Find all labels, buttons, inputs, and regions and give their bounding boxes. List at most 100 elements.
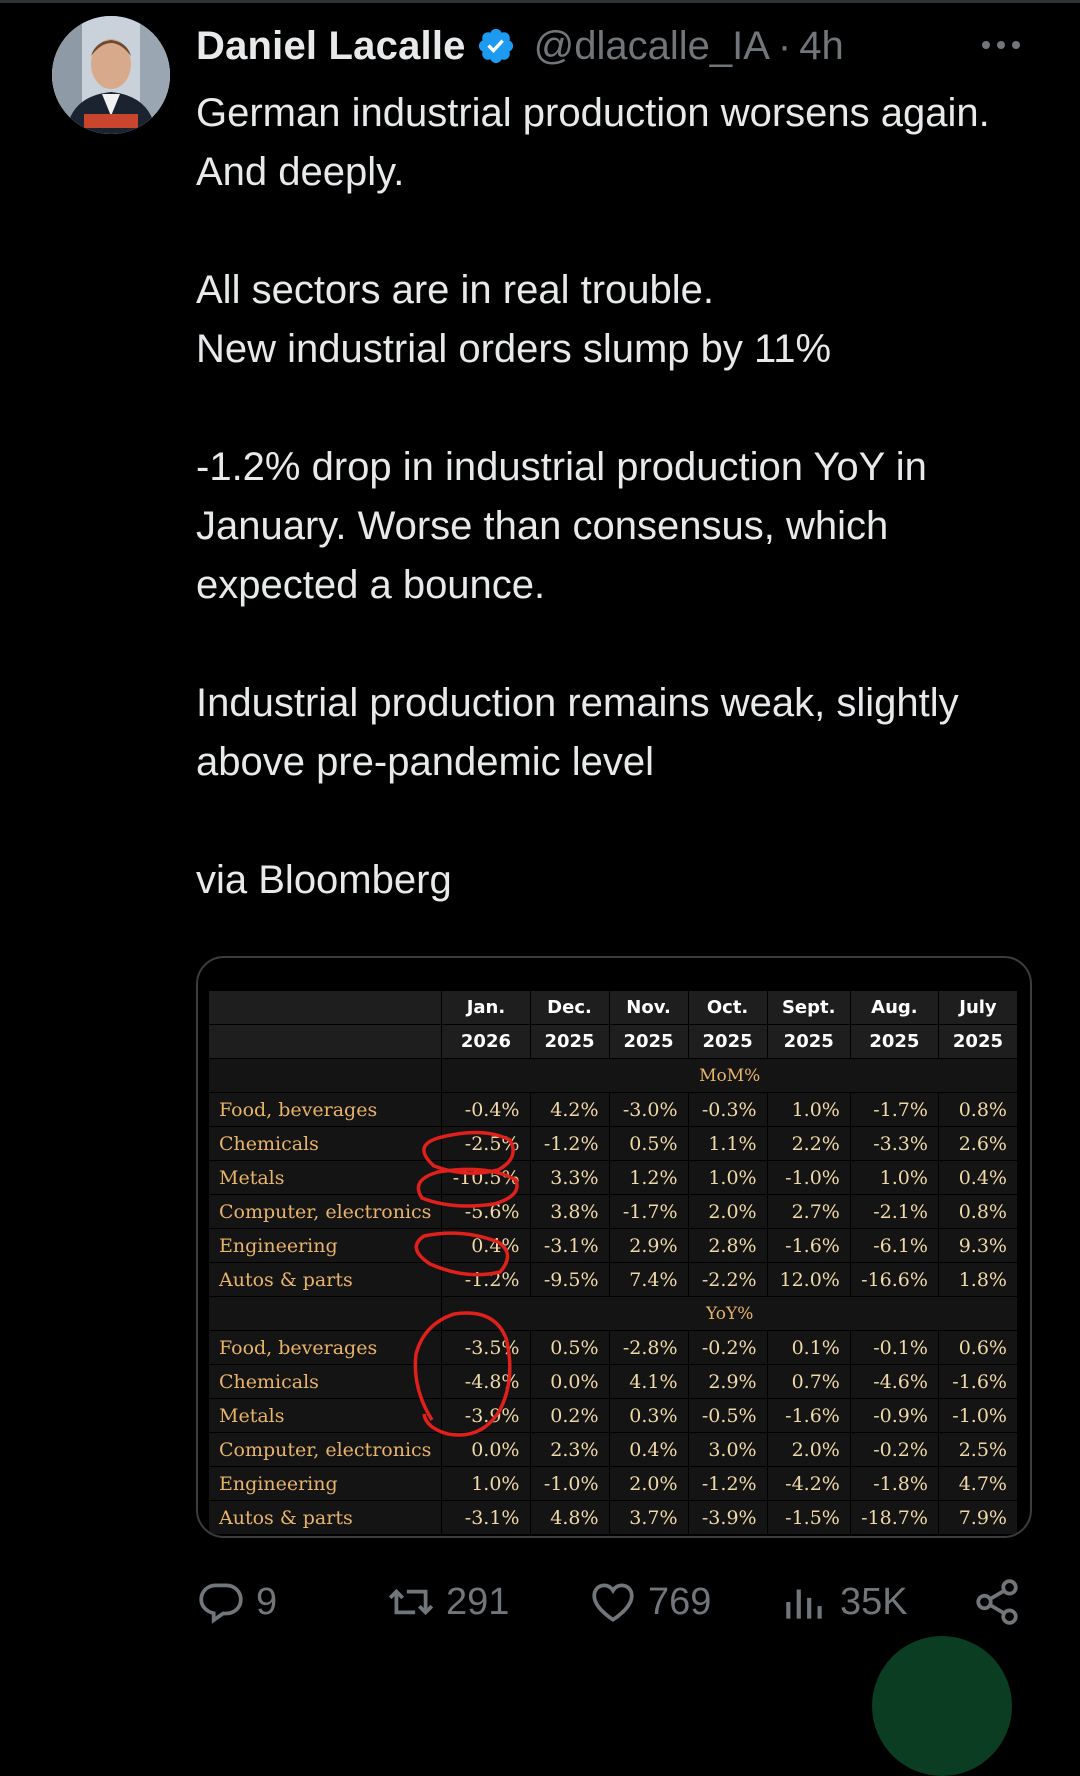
table-cell: 0.4%	[937, 1160, 1019, 1195]
repost-count: 291	[446, 1580, 510, 1623]
table-cell: 0.6%	[937, 1330, 1019, 1365]
table-cell: -1.2%	[687, 1466, 768, 1501]
header-row-months: Jan. Dec. Nov. Oct. Sept. Aug. July	[207, 990, 1019, 1025]
table-cell: 3.0%	[687, 1432, 768, 1467]
table-cell: 2.0%	[687, 1194, 768, 1229]
row-label: Chemicals	[207, 1364, 443, 1399]
table-cell: -1.0%	[766, 1160, 851, 1195]
table-cell: 3.8%	[529, 1194, 610, 1229]
share-icon	[976, 1579, 1018, 1625]
section-row: YoY%	[207, 1296, 1018, 1331]
table-cell: -4.8%	[441, 1364, 531, 1399]
table-cell: 0.0%	[529, 1364, 610, 1399]
table-cell: 2.0%	[608, 1466, 689, 1501]
table-cell: -1.2%	[529, 1126, 610, 1161]
table-row: Engineering 1.0% -1.0% 2.0% -1.2% -4.2% -1.8% 4…	[207, 1466, 1019, 1501]
column-header-month: Aug.	[849, 990, 939, 1025]
views-button[interactable]: 35K	[780, 1570, 908, 1634]
column-header-month: Sept.	[766, 990, 851, 1025]
table-cell: 2.9%	[687, 1364, 768, 1399]
table-cell: -3.9%	[687, 1500, 768, 1535]
table-cell: -1.7%	[849, 1092, 939, 1127]
share-button[interactable]	[972, 1570, 1022, 1634]
reply-button[interactable]: 9	[196, 1570, 277, 1634]
table-cell: 7.4%	[608, 1262, 689, 1297]
views-icon	[786, 1589, 822, 1619]
table-cell: 0.5%	[529, 1330, 610, 1365]
views-count: 35K	[840, 1580, 908, 1623]
column-header-month: Jan.	[441, 990, 531, 1025]
column-header-month: Dec.	[529, 990, 610, 1025]
like-count: 769	[648, 1580, 712, 1623]
table-cell: 2.3%	[529, 1432, 610, 1467]
reply-count: 9	[256, 1580, 278, 1623]
like-button[interactable]: 769	[588, 1570, 711, 1634]
author-handle[interactable]: @dlacalle_IA	[534, 24, 770, 69]
table-cell: -3.3%	[849, 1126, 939, 1161]
column-header-month: July	[937, 990, 1019, 1025]
row-label: Metals	[207, 1160, 443, 1195]
table-cell: 12.0%	[766, 1262, 851, 1297]
table-cell: -3.0%	[608, 1092, 689, 1127]
table-cell: 1.1%	[687, 1126, 768, 1161]
section-spacer	[207, 1058, 443, 1093]
tweet-text: German industrial production worsens aga…	[196, 91, 990, 902]
action-bar: 9 291 769 35K	[196, 1570, 1046, 1634]
row-label: Metals	[207, 1398, 443, 1433]
table-cell: 2.9%	[608, 1228, 689, 1263]
table-cell: -1.0%	[937, 1398, 1019, 1433]
column-header-year: 2025	[766, 1024, 851, 1059]
row-label: Food, beverages	[207, 1330, 443, 1365]
row-label: Food, beverages	[207, 1092, 443, 1127]
table-cell: -1.6%	[766, 1228, 851, 1263]
table-cell: -1.8%	[849, 1466, 939, 1501]
table-cell: -1.7%	[608, 1194, 689, 1229]
row-label: Computer, electronics	[207, 1194, 443, 1229]
table-cell: 2.5%	[937, 1432, 1019, 1467]
repost-icon	[388, 1588, 434, 1616]
row-label: Engineering	[207, 1228, 443, 1263]
timestamp[interactable]: 4h	[799, 24, 844, 69]
floating-compose-button[interactable]	[872, 1636, 1012, 1776]
bloomberg-table: Jan. Dec. Nov. Oct. Sept. Aug. July 2026 2025 202…	[207, 990, 1019, 1535]
table-cell: -0.9%	[849, 1398, 939, 1433]
table-cell: -6.1%	[849, 1228, 939, 1263]
author-name[interactable]: Daniel Lacalle	[196, 24, 466, 69]
tweet-image[interactable]: Jan. Dec. Nov. Oct. Sept. Aug. July 2026 2025 202…	[196, 956, 1032, 1538]
table-cell: 4.8%	[529, 1500, 610, 1535]
table-cell: 2.7%	[766, 1194, 851, 1229]
table-cell: 0.2%	[529, 1398, 610, 1433]
table-row: Computer, electronics 0.0% 2.3% 0.4% 3.0% 2.0…	[207, 1432, 1019, 1467]
tweet-header: Daniel Lacalle @dlacalle_IA · 4h	[196, 20, 1016, 72]
table-row: Metals -3.9% 0.2% 0.3% -0.5% -1.6% -0.9% -1.0%	[207, 1398, 1019, 1433]
table-cell: 9.3%	[937, 1228, 1019, 1263]
more-icon[interactable]	[978, 22, 1024, 68]
table-cell: -1.2%	[441, 1262, 531, 1297]
table-cell: -0.2%	[687, 1330, 768, 1365]
table-cell: -3.9%	[441, 1398, 531, 1433]
column-header-year: 2025	[608, 1024, 689, 1059]
table-cell: 1.0%	[849, 1160, 939, 1195]
header-row-years: 2026 2025 2025 2025 2025 2025 2025	[207, 1024, 1019, 1059]
top-divider	[0, 0, 1080, 3]
table-cell: 7.9%	[937, 1500, 1019, 1535]
table-cell: 1.0%	[441, 1466, 531, 1501]
table-cell: 2.6%	[937, 1126, 1019, 1161]
table-cell: 2.0%	[766, 1432, 851, 1467]
table-cell: 1.2%	[608, 1160, 689, 1195]
row-label: Autos & parts	[207, 1262, 443, 1297]
table-row: Computer, electronics -5.6% 3.8% -1.7% 2.0% 2…	[207, 1194, 1019, 1229]
table-cell: -2.5%	[441, 1126, 531, 1161]
table-cell: 1.0%	[687, 1160, 768, 1195]
row-label: Computer, electronics	[207, 1432, 443, 1467]
table-cell: 0.3%	[608, 1398, 689, 1433]
repost-button[interactable]: 291	[386, 1570, 509, 1634]
avatar[interactable]	[52, 16, 170, 134]
table-row: Chemicals -2.5% -1.2% 0.5% 1.1% 2.2% -3.3% 2.6%	[207, 1126, 1019, 1161]
column-header-year: 2025	[529, 1024, 610, 1059]
column-header-year: 2025	[849, 1024, 939, 1059]
table-row: Autos & parts -3.1% 4.8% 3.7% -3.9% -1.5% -18.…	[207, 1500, 1019, 1535]
table-cell: -16.6%	[849, 1262, 939, 1297]
table-cell: -1.6%	[766, 1398, 851, 1433]
table-cell: -1.0%	[529, 1466, 610, 1501]
